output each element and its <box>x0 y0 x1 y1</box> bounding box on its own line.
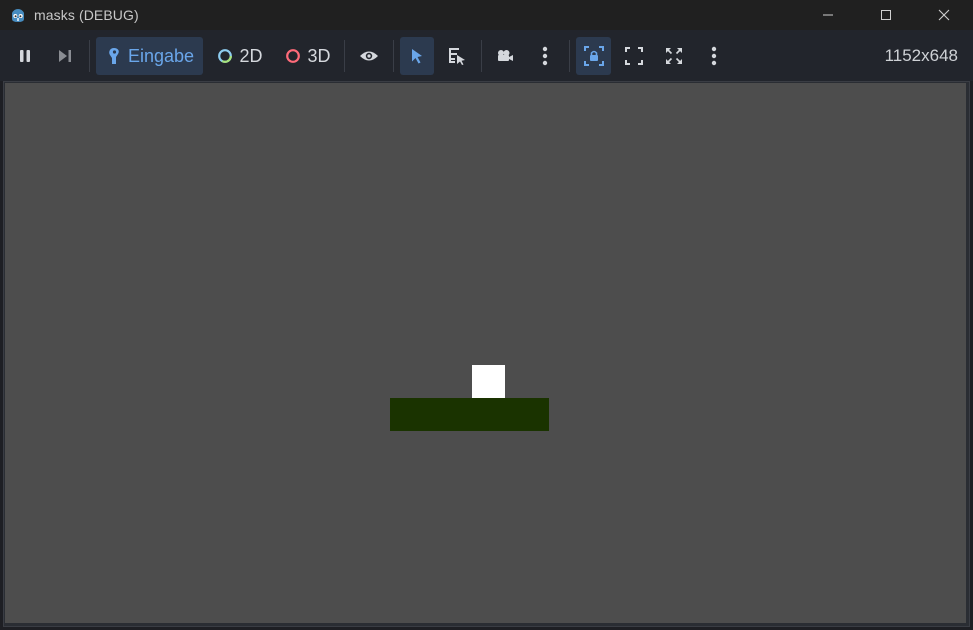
mode-3d-label: 3D <box>307 45 331 66</box>
select-mode-button[interactable] <box>400 37 434 75</box>
fullscreen-button[interactable] <box>617 37 651 75</box>
title-bar[interactable]: masks (DEBUG) <box>0 0 973 30</box>
resolution-label: 1152x648 <box>884 45 958 65</box>
camera-options-button[interactable] <box>528 37 562 75</box>
eye-icon <box>360 51 378 61</box>
toolbar-separator <box>344 40 345 72</box>
toolbar-separator <box>569 40 570 72</box>
godot-icon <box>9 6 27 24</box>
camera-override-button[interactable] <box>488 37 522 75</box>
window-title: masks (DEBUG) <box>34 7 139 23</box>
next-frame-icon <box>59 50 71 62</box>
mode-2d-button[interactable]: 2D <box>210 37 270 75</box>
maximize-icon <box>881 10 891 20</box>
close-button[interactable] <box>915 0 973 30</box>
expand-button[interactable] <box>657 37 691 75</box>
input-toggle-button[interactable]: Eingabe <box>96 37 203 75</box>
input-icon <box>109 48 119 64</box>
toolbar-separator <box>393 40 394 72</box>
pause-icon <box>20 50 30 62</box>
fullscreen-icon <box>625 47 643 65</box>
ground-platform <box>390 398 549 431</box>
embed-lock-button[interactable] <box>576 37 611 75</box>
more-vertical-icon <box>711 46 717 66</box>
camera-icon <box>498 50 513 61</box>
list-select-button[interactable] <box>440 37 474 75</box>
maximize-button[interactable] <box>857 0 915 30</box>
embed-options-button[interactable] <box>697 37 731 75</box>
mode-3d-button[interactable]: 3D <box>278 37 338 75</box>
toolbar-separator <box>89 40 90 72</box>
toolbar-separator <box>481 40 482 72</box>
list-select-icon <box>449 48 465 65</box>
node-2d-icon <box>218 49 233 63</box>
game-viewport[interactable] <box>5 83 966 623</box>
expand-icon <box>666 48 682 64</box>
select-arrow-icon <box>412 49 422 64</box>
lock-frame-icon <box>583 46 604 66</box>
pause-button[interactable] <box>9 37 41 75</box>
visibility-button[interactable] <box>352 37 386 75</box>
close-icon <box>938 9 950 21</box>
minimize-icon <box>823 14 833 16</box>
more-vertical-icon <box>542 46 548 66</box>
player-box <box>472 365 505 398</box>
node-3d-icon <box>286 49 301 63</box>
game-toolbar: Eingabe 2D 3D <box>0 30 973 81</box>
minimize-button[interactable] <box>799 0 857 30</box>
next-frame-button[interactable] <box>49 37 81 75</box>
mode-2d-label: 2D <box>239 45 263 66</box>
input-label: Eingabe <box>127 45 195 66</box>
